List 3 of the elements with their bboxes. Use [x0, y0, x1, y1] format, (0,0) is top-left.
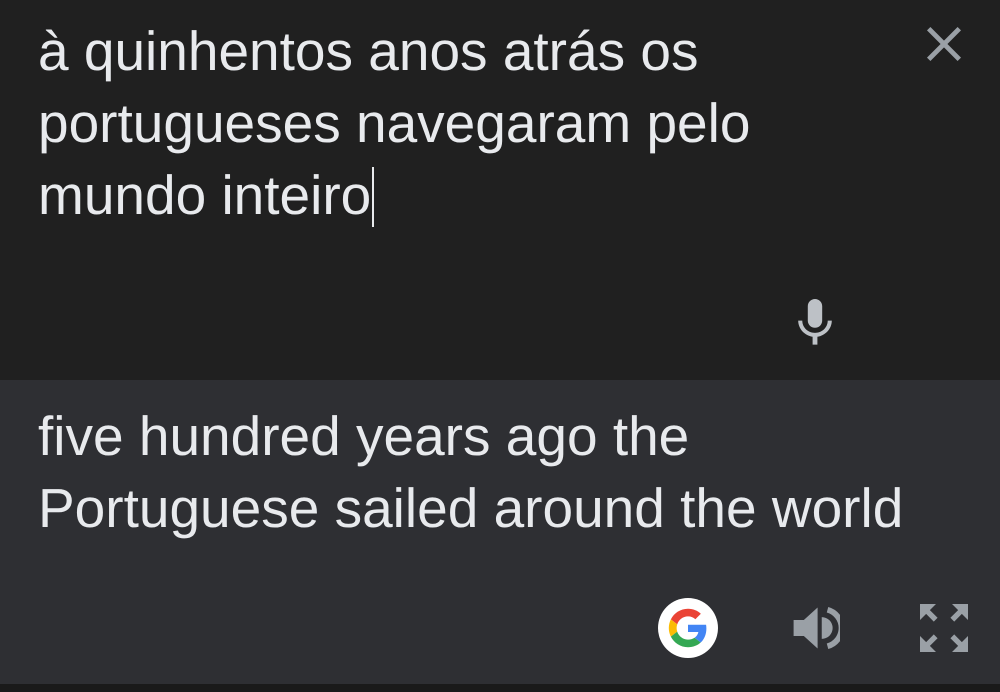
translation-text: five hundred years ago the Portuguese sailed around the world	[38, 404, 904, 541]
g-logo-icon	[658, 598, 718, 658]
g-logo-button[interactable]	[658, 598, 718, 658]
